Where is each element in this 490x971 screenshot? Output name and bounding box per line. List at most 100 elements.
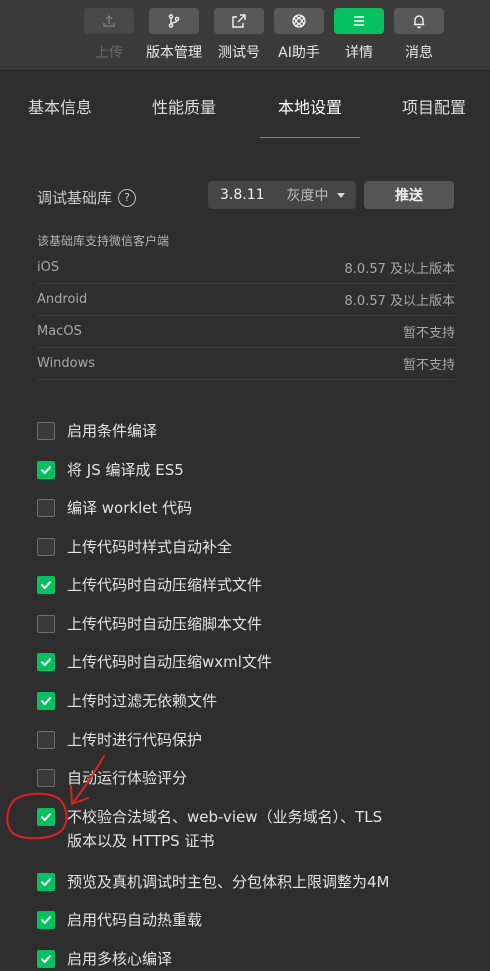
checkbox-unchecked[interactable] (37, 538, 55, 556)
support-platform: Android (37, 292, 88, 307)
branch-icon (168, 14, 180, 28)
support-note: 该基础库支持微信客户端 (37, 234, 170, 248)
checkbox-checked[interactable] (37, 950, 55, 968)
support-value: 暂不支持 (402, 326, 455, 341)
checkmark-icon (41, 916, 51, 924)
option-label: 上传代码时自动压缩脚本文件 (67, 612, 262, 636)
support-value: 8.0.57 及以上版本 (344, 294, 455, 309)
option-label-line: 启用多核心编译 (67, 950, 173, 968)
checkmark-icon (41, 878, 51, 886)
option-row[interactable]: 上传时过滤无依赖文件 (37, 692, 217, 713)
details-button[interactable] (334, 8, 384, 34)
option-row[interactable]: 上传代码时样式自动补全 (37, 538, 232, 559)
version-manage-button[interactable] (149, 8, 199, 34)
checkbox-checked[interactable] (37, 461, 55, 479)
support-row-macos: MacOS 暂不支持 (37, 316, 455, 348)
option-label-line: 上传代码时自动压缩样式文件 (67, 576, 263, 594)
messages-label: 消息 (405, 45, 433, 61)
option-row[interactable]: 上传代码时自动压缩脚本文件 (37, 615, 262, 636)
external-link-icon (232, 14, 246, 28)
option-label: 上传代码时自动压缩wxml文件 (67, 650, 272, 674)
option-label: 将 JS 编译成 ES5 (67, 458, 184, 482)
push-button[interactable]: 推送 (364, 181, 454, 209)
option-row[interactable]: 预览及真机调试时主包、分包体积上限调整为4M (37, 873, 390, 894)
option-label: 启用多核心编译 (67, 947, 172, 971)
tab-performance[interactable]: 性能质量 (146, 71, 222, 141)
option-label-line: 上传时进行代码保护 (67, 731, 203, 749)
option-label-line: 上传代码时自动压缩wxml文件 (67, 653, 272, 671)
messages-button[interactable] (394, 8, 444, 34)
test-account-button[interactable] (214, 8, 264, 34)
option-row[interactable]: 不校验合法域名、web-view（业务域名）、TLS 版本以及 HTTPS 证书 (37, 808, 382, 853)
checkmark-icon (41, 658, 51, 666)
option-row[interactable]: 上传代码时自动压缩样式文件 (37, 576, 262, 597)
support-row-windows: Windows 暂不支持 (37, 348, 455, 380)
option-label-line: 上传代码时自动压缩脚本文件 (67, 615, 263, 633)
option-label-line: 上传时过滤无依赖文件 (67, 692, 218, 710)
upload-tool[interactable]: 上传 (79, 8, 139, 66)
checkbox-unchecked[interactable] (37, 769, 55, 787)
option-label: 预览及真机调试时主包、分包体积上限调整为4M (67, 870, 390, 894)
library-channel: 灰度中 (286, 188, 329, 204)
menu-icon (354, 16, 364, 26)
option-label-line: 启用代码自动热重载 (67, 911, 203, 929)
upload-icon (103, 15, 115, 27)
option-label-line: 版本以及 HTTPS 证书 (67, 832, 215, 850)
upload-button[interactable] (84, 8, 134, 34)
library-version-select[interactable]: 3.8.11 灰度中 (208, 181, 356, 209)
checkbox-checked[interactable] (37, 692, 55, 710)
option-label: 启用代码自动热重载 (67, 908, 202, 932)
option-label: 自动运行体验评分 (67, 766, 187, 790)
checkbox-checked[interactable] (37, 873, 55, 891)
checkbox-checked[interactable] (37, 653, 55, 671)
option-label: 上传代码时样式自动补全 (67, 535, 232, 559)
tab-bar: 基本信息 性能质量 本地设置 项目配置 (0, 71, 490, 141)
support-row-ios: iOS 8.0.57 及以上版本 (37, 252, 455, 284)
option-label-line: 预览及真机调试时主包、分包体积上限调整为4M (67, 873, 390, 891)
option-row[interactable]: 自动运行体验评分 (37, 769, 187, 790)
library-label: 调试基础库 (37, 189, 113, 207)
option-row[interactable]: 上传代码时自动压缩wxml文件 (37, 653, 272, 674)
version-manage-tool[interactable]: 版本管理 (144, 8, 204, 66)
option-row[interactable]: 上传时进行代码保护 (37, 731, 202, 752)
checkmark-icon (41, 955, 51, 963)
tab-local-settings[interactable]: 本地设置 (260, 71, 360, 141)
option-label-line: 启用条件编译 (67, 422, 158, 440)
checkbox-unchecked[interactable] (37, 615, 55, 633)
option-label-line: 编译 worklet 代码 (67, 499, 193, 517)
option-label-line: 不校验合法域名、web-view（业务域名）、TLS (67, 808, 383, 826)
option-row[interactable]: 启用条件编译 (37, 422, 157, 443)
support-value: 8.0.57 及以上版本 (344, 262, 455, 277)
checkbox-checked[interactable] (37, 576, 55, 594)
option-label: 不校验合法域名、web-view（业务域名）、TLS 版本以及 HTTPS 证书 (67, 805, 382, 853)
support-platform: MacOS (37, 324, 82, 339)
support-platform: Windows (37, 356, 96, 371)
option-row[interactable]: 启用多核心编译 (37, 950, 172, 971)
help-icon[interactable]: ? (118, 188, 137, 207)
toolbar: 上传 版本管理 测试号 AI助手 详情 消息 (0, 0, 490, 71)
checkbox-unchecked[interactable] (37, 499, 55, 517)
support-value: 暂不支持 (402, 358, 455, 373)
chevron-down-icon (336, 192, 345, 198)
checkbox-checked[interactable] (37, 911, 55, 929)
library-version-value: 3.8.11 (220, 187, 265, 203)
support-row-android: Android 8.0.57 及以上版本 (37, 284, 455, 316)
ai-assistant-button[interactable] (274, 8, 324, 34)
checkmark-icon (41, 466, 51, 474)
checkbox-unchecked[interactable] (37, 731, 55, 749)
checkbox-checked[interactable] (37, 808, 55, 826)
tab-project-config[interactable]: 项目配置 (396, 71, 472, 141)
option-label-line: 自动运行体验评分 (67, 769, 188, 787)
ai-assistant-icon (292, 14, 306, 28)
option-label: 编译 worklet 代码 (67, 496, 192, 520)
checkmark-icon (41, 581, 51, 589)
option-row[interactable]: 编译 worklet 代码 (37, 499, 192, 520)
library-label-group: 调试基础库 ? (37, 187, 137, 208)
messages-tool[interactable]: 消息 (389, 8, 449, 66)
checkbox-unchecked[interactable] (37, 422, 55, 440)
option-row[interactable]: 启用代码自动热重载 (37, 911, 202, 932)
option-label: 启用条件编译 (67, 419, 157, 443)
option-label: 上传时过滤无依赖文件 (67, 689, 217, 713)
option-row[interactable]: 将 JS 编译成 ES5 (37, 461, 184, 482)
tab-basic-info[interactable]: 基本信息 (22, 71, 98, 141)
